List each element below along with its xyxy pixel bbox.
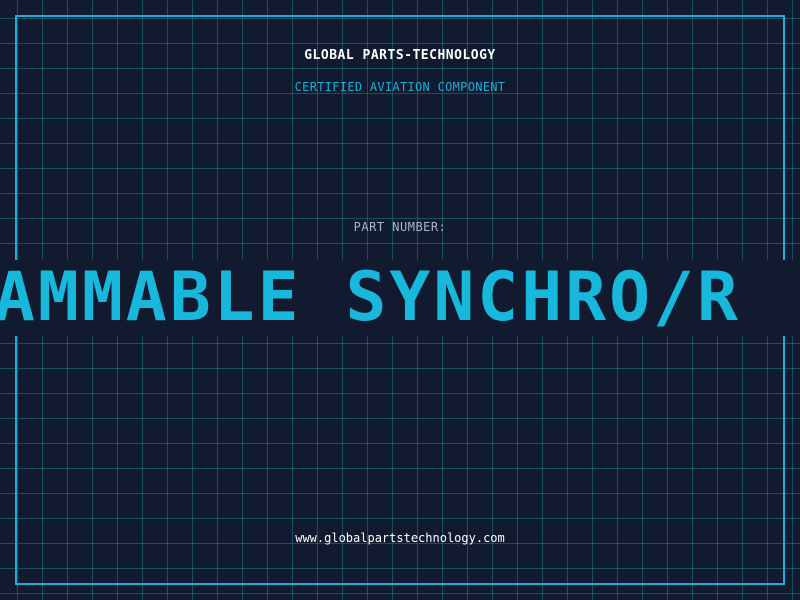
company-name: GLOBAL PARTS-TECHNOLOGY [304, 48, 496, 63]
website-link[interactable]: www.globalpartstechnology.com [0, 531, 800, 545]
part-number-label: PART NUMBER: [353, 220, 447, 234]
part-number-band: RAMMABLE SYNCHRO/R [0, 260, 800, 336]
company-tagline: CERTIFIED AVIATION COMPONENT [294, 80, 506, 94]
part-number-value: RAMMABLE SYNCHRO/R [0, 260, 741, 336]
